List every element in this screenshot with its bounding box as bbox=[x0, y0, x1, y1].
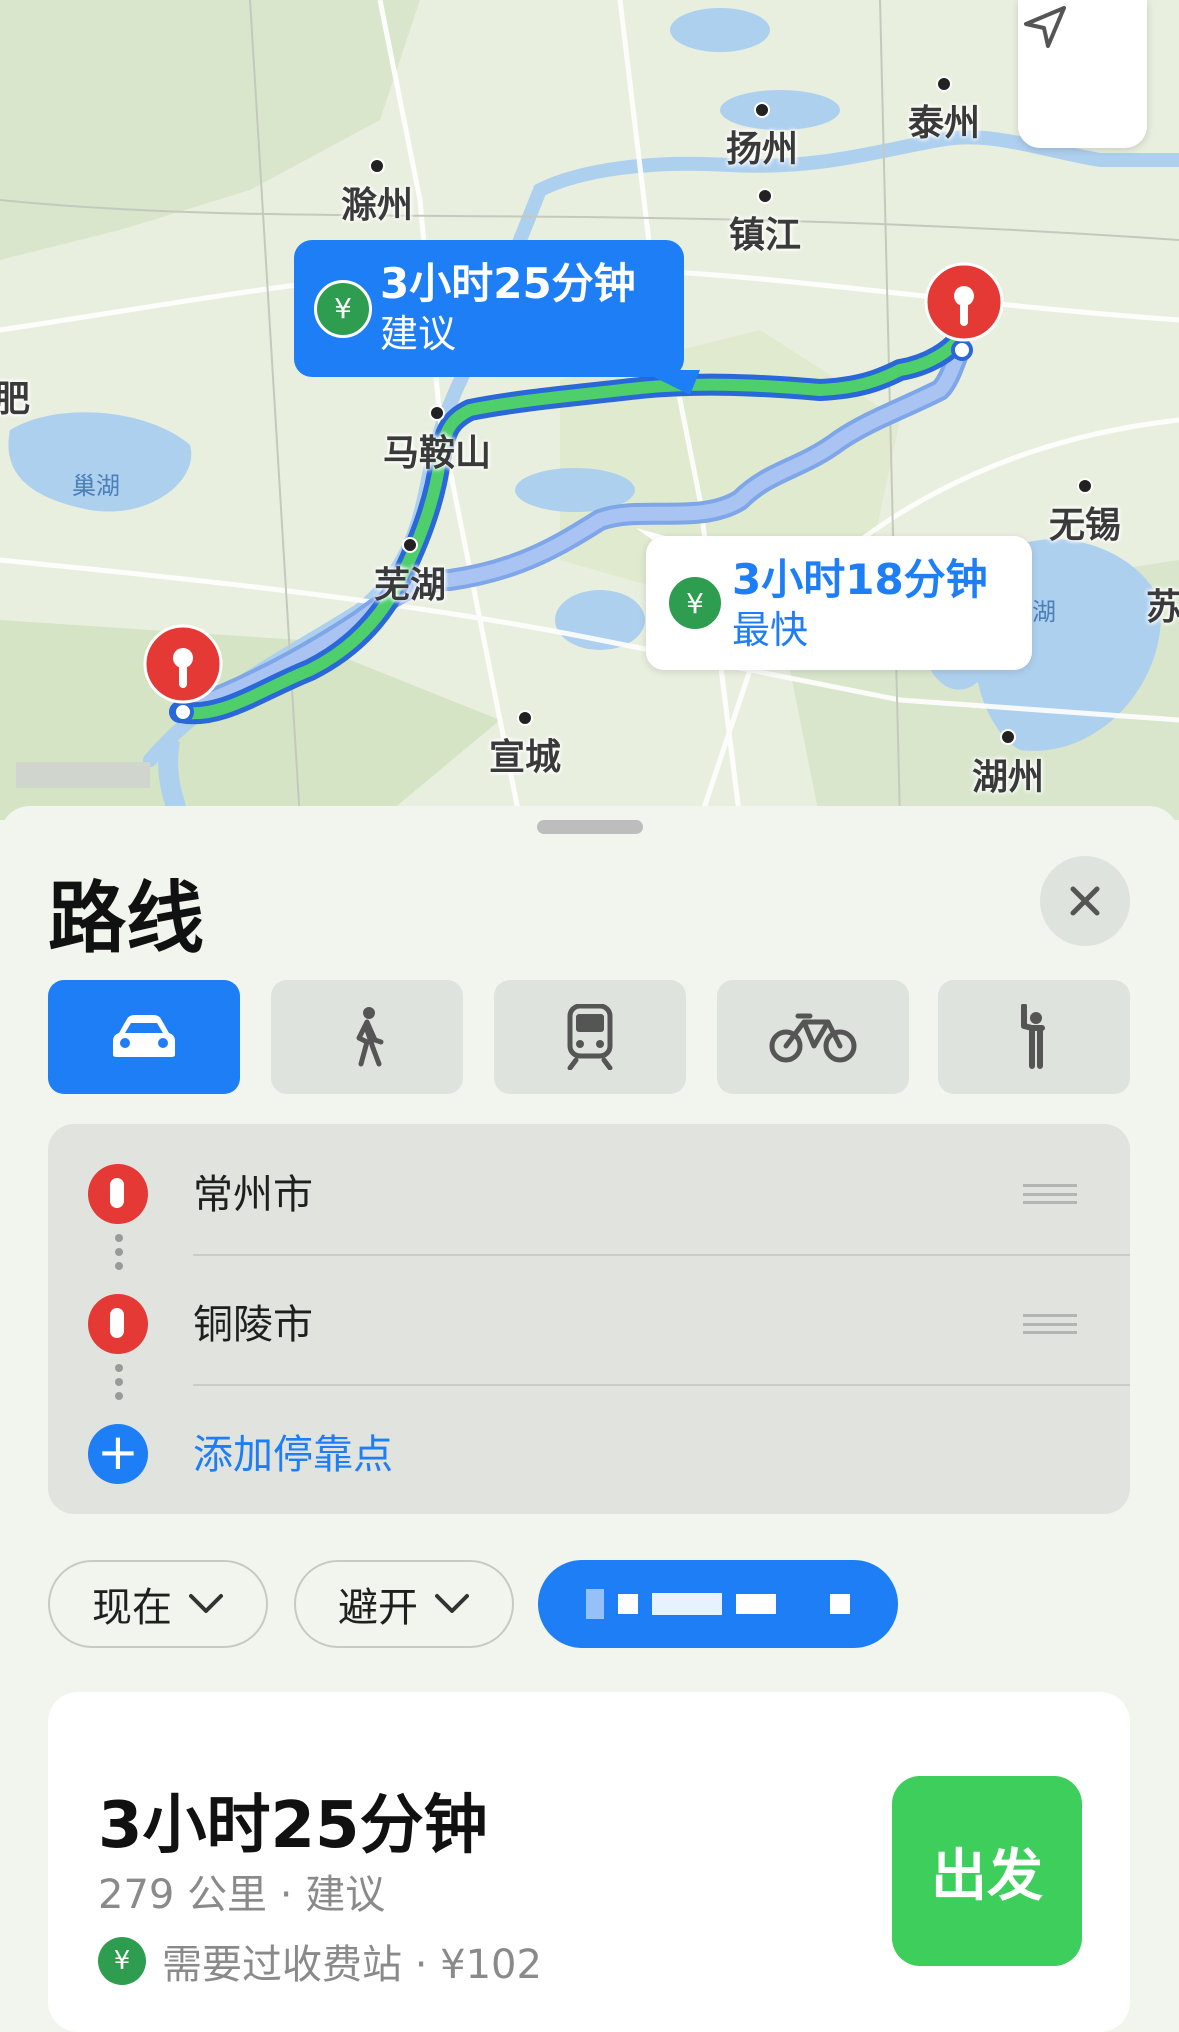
avoid-option-button[interactable]: 避开 bbox=[294, 1560, 514, 1648]
mode-walk-button[interactable] bbox=[271, 980, 463, 1094]
chevron-down-icon bbox=[189, 1594, 223, 1613]
city-dot bbox=[936, 76, 952, 92]
redacted-chip-content bbox=[586, 1589, 850, 1619]
sheet-grabber[interactable] bbox=[537, 820, 643, 834]
directions-sheet: 路线 常州市 铜陵市 + 添加停靠点 现在 避开 3小时25分钟 279 公里 … bbox=[0, 806, 1179, 2032]
city-dot bbox=[429, 405, 445, 421]
pin-icon bbox=[88, 1164, 148, 1224]
connector-dot bbox=[115, 1364, 123, 1372]
car-icon bbox=[113, 1015, 175, 1057]
locate-button[interactable] bbox=[1018, 0, 1147, 148]
bicycle-icon bbox=[769, 1013, 857, 1063]
toll-yen-icon: ¥ bbox=[98, 1937, 146, 1985]
chevron-down-icon bbox=[435, 1594, 469, 1613]
city-label-suzhou-partial[interactable]: 苏 bbox=[1146, 578, 1179, 630]
stop-label[interactable]: 常州市 bbox=[193, 1162, 313, 1220]
close-icon bbox=[1070, 886, 1100, 916]
add-stop-label[interactable]: 添加停靠点 bbox=[193, 1422, 393, 1480]
city-label-wuhu[interactable]: 芜湖 bbox=[374, 556, 446, 608]
mode-rideshare-button[interactable] bbox=[938, 980, 1130, 1094]
city-dot bbox=[1000, 729, 1016, 745]
route-summary-card[interactable]: 3小时25分钟 279 公里 · 建议 ¥ 需要过收费站 · ¥102 出发 bbox=[48, 1692, 1130, 2032]
route-distance: 279 公里 · 建议 bbox=[98, 1872, 386, 1918]
connector-dot bbox=[115, 1234, 123, 1242]
city-dot bbox=[517, 710, 533, 726]
toll-info: ¥ 需要过收费站 · ¥102 bbox=[98, 1932, 542, 1990]
lake-label-taihu-partial: 湖 bbox=[1032, 598, 1056, 626]
route-callout-fastest[interactable]: ¥ 3小时18分钟 最快 bbox=[646, 536, 1032, 670]
close-button[interactable] bbox=[1040, 856, 1130, 946]
time-option-button[interactable]: 现在 bbox=[48, 1560, 268, 1648]
callout-tag: 建议 bbox=[380, 312, 457, 356]
map-view[interactable]: 泰州 扬州 滁州 镇江 马鞍山 无锡 芜湖 宣城 湖州 苏 肥 巢湖 湖 ¥ 3… bbox=[0, 0, 1179, 820]
city-label-chuzhou[interactable]: 滁州 bbox=[341, 176, 413, 228]
redacted-label bbox=[16, 762, 150, 788]
mode-bike-button[interactable] bbox=[717, 980, 909, 1094]
walking-icon bbox=[356, 1007, 384, 1067]
city-dot bbox=[369, 158, 385, 174]
reorder-handle-icon[interactable] bbox=[1023, 1184, 1077, 1204]
pin-icon bbox=[88, 1294, 148, 1354]
city-label-hefei-partial[interactable]: 肥 bbox=[0, 370, 30, 422]
callout-duration: 3小时18分钟 bbox=[732, 555, 988, 604]
city-dot bbox=[754, 102, 770, 118]
plus-icon: + bbox=[88, 1424, 148, 1484]
stop-row[interactable]: 铜陵市 bbox=[48, 1254, 1130, 1384]
route-duration: 3小时25分钟 bbox=[98, 1789, 488, 1863]
toll-label: 需要过收费站 · ¥102 bbox=[162, 1942, 542, 1988]
stop-row[interactable]: 常州市 bbox=[48, 1124, 1130, 1254]
city-dot bbox=[1077, 478, 1093, 494]
start-pin-icon[interactable] bbox=[143, 624, 223, 724]
city-label-taizhou[interactable]: 泰州 bbox=[908, 94, 980, 146]
go-button[interactable]: 出发 bbox=[892, 1776, 1082, 1966]
location-arrow-icon bbox=[1024, 6, 1066, 48]
city-dot bbox=[757, 188, 773, 204]
end-pin-icon[interactable] bbox=[924, 262, 1004, 362]
sheet-title: 路线 bbox=[48, 874, 205, 964]
avoid-option-label: 避开 bbox=[338, 1585, 418, 1631]
city-label-yangzhou[interactable]: 扬州 bbox=[726, 120, 798, 172]
city-dot bbox=[402, 537, 418, 553]
city-label-huzhou[interactable]: 湖州 bbox=[972, 748, 1044, 800]
time-option-label: 现在 bbox=[92, 1585, 172, 1631]
mode-drive-button[interactable] bbox=[48, 980, 240, 1094]
lake-label-chaohu: 巢湖 bbox=[72, 472, 120, 500]
toll-yen-icon: ¥ bbox=[666, 574, 724, 632]
train-icon bbox=[567, 1004, 613, 1070]
callout-tag: 最快 bbox=[732, 608, 809, 652]
stop-label[interactable]: 铜陵市 bbox=[193, 1292, 313, 1350]
city-label-zhenjiang[interactable]: 镇江 bbox=[729, 206, 801, 258]
city-label-maanshan[interactable]: 马鞍山 bbox=[383, 424, 491, 476]
callout-duration: 3小时25分钟 bbox=[380, 259, 636, 308]
city-label-wuxi[interactable]: 无锡 bbox=[1049, 496, 1121, 548]
route-callout-suggested[interactable]: ¥ 3小时25分钟 建议 bbox=[294, 240, 684, 377]
reorder-handle-icon[interactable] bbox=[1023, 1314, 1077, 1334]
mode-transit-button[interactable] bbox=[494, 980, 686, 1094]
redacted-option-button[interactable] bbox=[538, 1560, 898, 1648]
add-stop-row[interactable]: + 添加停靠点 bbox=[48, 1384, 1130, 1514]
route-stops: 常州市 铜陵市 + 添加停靠点 bbox=[48, 1124, 1130, 1514]
city-label-xuancheng[interactable]: 宣城 bbox=[489, 728, 561, 780]
toll-yen-icon: ¥ bbox=[314, 279, 372, 338]
hail-icon bbox=[1021, 1004, 1045, 1069]
